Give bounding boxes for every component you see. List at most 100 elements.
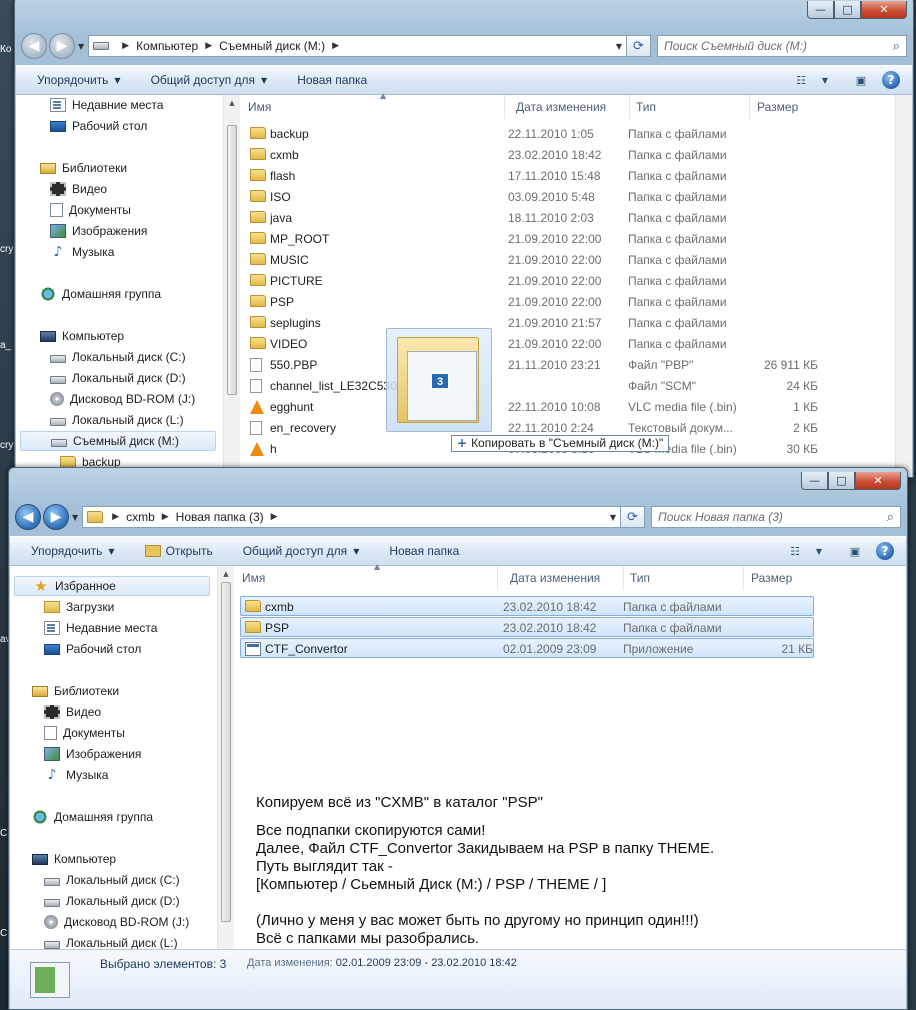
minimize-button[interactable]: — [801,472,828,490]
chevron-down-icon[interactable]: ▼ [810,543,828,559]
file-row[interactable]: channel_list_LE32C530_1001.scm Файл "SCM"… [246,376,818,396]
navigation-scrollbar[interactable]: ▲ [223,95,240,477]
nav-item[interactable]: Локальный диск (D:) [44,891,180,911]
help-icon[interactable]: ? [882,71,900,89]
file-row[interactable]: cxmb 23.02.2010 18:42 Папка с файлами [246,145,806,165]
organize-menu[interactable]: Упорядочить ▼ [22,73,136,87]
new-folder-button[interactable]: Новая папка [282,73,382,87]
chevron-right-icon[interactable]: ▶ [332,41,339,51]
file-row[interactable]: CTF_Convertor 02.01.2009 23:09 Приложение 2… [240,638,814,658]
nav-item[interactable]: Съемный диск (M:) [20,431,216,451]
nav-item[interactable]: Библиотеки [32,681,119,701]
minimize-button[interactable]: — [807,1,834,19]
file-row[interactable]: java 18.11.2010 2:03 Папка с файлами [246,208,806,228]
view-options-icon[interactable]: ☷ [786,543,804,559]
column-type[interactable]: Тип [630,95,750,119]
nav-item[interactable]: Видео [50,179,107,199]
nav-item[interactable]: Недавние места [44,618,157,638]
nav-item[interactable]: Загрузки [44,597,114,617]
column-date[interactable]: Дата изменения [510,95,630,119]
refresh-button[interactable]: ⟳ [621,506,645,528]
view-options-icon[interactable]: ☷ [792,72,810,88]
forward-button[interactable]: ▶ [49,33,75,59]
nav-item[interactable]: Локальный диск (C:) [44,870,180,890]
breadcrumb-new-folder[interactable]: Новая папка (3) [176,510,264,524]
nav-item[interactable]: Локальный диск (D:) [50,368,186,388]
chevron-right-icon[interactable]: ▶ [205,41,212,51]
nav-item[interactable]: Компьютер [40,326,124,346]
address-dropdown[interactable]: ▼ [616,42,622,51]
scroll-up-arrow[interactable]: ▲ [218,566,234,582]
file-row[interactable]: backup 22.11.2010 1:05 Папка с файлами [246,124,806,144]
file-row[interactable]: VIDEO 21.09.2010 22:00 Папка с файлами [246,334,806,354]
file-row[interactable]: seplugins 21.09.2010 21:57 Папка с файлами [246,313,806,333]
nav-item[interactable]: Документы [44,723,125,743]
share-with-menu[interactable]: Общий доступ для ▼ [228,544,375,558]
search-icon[interactable]: ⌕ [887,510,894,525]
address-bar[interactable]: ▶ Компьютер ▶ Съемный диск (M:) ▶ ▼ [88,35,627,57]
nav-item[interactable]: Документы [50,200,131,220]
refresh-button[interactable]: ⟳ [627,35,651,57]
preview-pane-icon[interactable]: ▣ [846,543,864,559]
column-name[interactable]: Имя [242,95,505,119]
breadcrumb-removable-disk[interactable]: Съемный диск (M:) [219,39,325,53]
scroll-up-arrow[interactable]: ▲ [224,95,240,111]
file-row[interactable]: PICTURE 21.09.2010 22:00 Папка с файлами [246,271,806,291]
nav-item[interactable]: Дисковод BD-ROM (J:) [50,389,195,409]
back-button[interactable]: ◀ [21,33,47,59]
nav-item[interactable]: Рабочий стол [44,639,141,659]
file-row[interactable]: PSP 23.02.2010 18:42 Папка с файлами [240,617,814,637]
nav-item[interactable]: Изображения [50,221,147,241]
column-size[interactable]: Размер [745,566,823,590]
nav-item[interactable]: Домашняя группа [40,284,161,304]
file-row[interactable]: egghunt 22.11.2010 10:08 VLC media file (.… [246,397,818,417]
nav-item[interactable]: Библиотеки [40,158,127,178]
column-name[interactable]: Имя [236,566,498,590]
file-row[interactable]: flash 17.11.2010 15:48 Папка с файлами [246,166,806,186]
file-row[interactable]: ISO 03.09.2010 5:48 Папка с файлами [246,187,806,207]
new-folder-button[interactable]: Новая папка [374,544,474,558]
nav-item[interactable]: ♪ Музыка [50,242,115,262]
search-input[interactable]: Поиск Съемный диск (M:) [664,39,893,53]
file-row[interactable]: 550.PBP 21.11.2010 23:21 Файл "PBP" 26 911 … [246,355,818,375]
file-list-scrollbar[interactable] [895,95,912,477]
nav-item[interactable]: Компьютер [32,849,116,869]
column-size[interactable]: Размер [751,95,829,119]
chevron-right-icon[interactable]: ▶ [112,512,119,522]
address-dropdown[interactable]: ▼ [610,513,616,522]
nav-item[interactable]: Домашняя группа [32,807,153,827]
recent-pages-dropdown[interactable]: ▼ [78,42,84,51]
nav-item[interactable]: ★ Избранное [14,576,210,596]
nav-item[interactable]: Локальный диск (L:) [44,933,178,950]
scroll-thumb[interactable] [221,582,231,922]
share-with-menu[interactable]: Общий доступ для ▼ [136,73,283,87]
column-type[interactable]: Тип [624,566,744,590]
file-row[interactable]: MP_ROOT 21.09.2010 22:00 Папка с файлами [246,229,806,249]
chevron-right-icon[interactable]: ▶ [122,41,129,51]
file-row[interactable]: PSP 21.09.2010 22:00 Папка с файлами [246,292,806,312]
search-input[interactable]: Поиск Новая папка (3) [658,510,887,524]
organize-menu[interactable]: Упорядочить ▼ [16,544,130,558]
nav-item[interactable]: Изображения [44,744,141,764]
nav-item[interactable]: Рабочий стол [50,116,147,136]
search-icon[interactable]: ⌕ [893,39,900,54]
nav-item[interactable]: Дисковод BD-ROM (J:) [44,912,189,932]
file-row[interactable]: MUSIC 21.09.2010 22:00 Папка с файлами [246,250,806,270]
nav-item[interactable]: ♪ Музыка [44,765,109,785]
column-date[interactable]: Дата изменения [504,566,624,590]
address-bar[interactable]: ▶ cxmb ▶ Новая папка (3) ▶ ▼ [82,506,621,528]
close-button[interactable]: ✕ [855,472,901,490]
nav-item[interactable]: Локальный диск (C:) [50,347,186,367]
maximize-button[interactable]: □ [828,472,855,490]
scroll-thumb[interactable] [227,125,237,395]
close-button[interactable]: ✕ [861,1,907,19]
chevron-right-icon[interactable]: ▶ [271,512,278,522]
chevron-right-icon[interactable]: ▶ [162,512,169,522]
open-button[interactable]: Открыть [130,544,228,558]
navigation-scrollbar[interactable]: ▲ [217,566,234,950]
nav-item[interactable]: Недавние места [50,95,163,115]
nav-item[interactable]: Видео [44,702,101,722]
recent-pages-dropdown[interactable]: ▼ [72,513,78,522]
nav-item[interactable]: Локальный диск (L:) [50,410,184,430]
file-row[interactable]: cxmb 23.02.2010 18:42 Папка с файлами [240,596,814,616]
